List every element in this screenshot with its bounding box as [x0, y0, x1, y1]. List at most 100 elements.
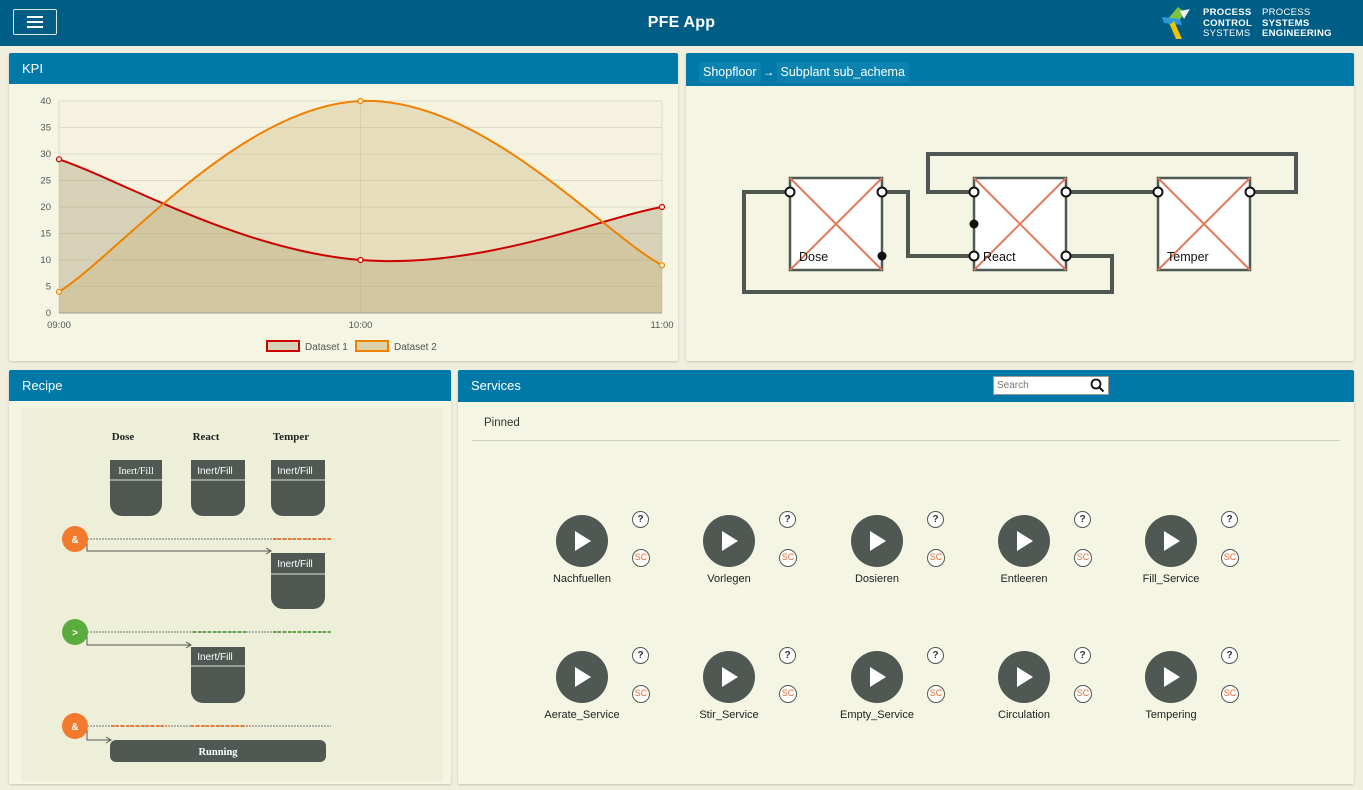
- service-start-button[interactable]: ? SC: [998, 647, 1092, 703]
- service-start-button[interactable]: ? SC: [556, 511, 650, 567]
- service-label: Empty_Service: [840, 709, 914, 721]
- recipe-step-temper-2[interactable]: Inert/Fill: [271, 553, 325, 609]
- sc-badge: SC: [927, 685, 945, 703]
- unit-temper-label: Temper: [1167, 250, 1209, 264]
- y-tick-label: 20: [40, 202, 51, 213]
- service-tile[interactable]: ? SC Fill_Service: [1107, 511, 1239, 587]
- service-search-input[interactable]: [994, 377, 1087, 394]
- recipe-step-react-2[interactable]: Inert/Fill: [191, 647, 245, 703]
- breadcrumb: Shopfloor → Subplant sub_achema: [699, 62, 909, 82]
- unit-temper[interactable]: Temper: [1156, 176, 1252, 272]
- play-icon: [1017, 531, 1033, 551]
- service-label: Aerate_Service: [544, 709, 620, 721]
- service-tile[interactable]: ? SC Nachfuellen: [518, 511, 650, 587]
- kpi-panel-header: KPI: [9, 53, 678, 84]
- service-tile[interactable]: ? SC Tempering: [1107, 647, 1239, 723]
- help-icon[interactable]: ?: [779, 647, 796, 664]
- data-point: [357, 97, 364, 105]
- service-label: Fill_Service: [1142, 573, 1200, 585]
- service-tile[interactable]: ? SC Dosieren: [813, 511, 945, 587]
- recipe-panel-title: Recipe: [22, 378, 63, 393]
- recipe-step-label: Inert/Fill: [118, 466, 154, 477]
- x-tick-label: 11:00: [650, 320, 673, 331]
- service-label: Tempering: [1145, 709, 1197, 721]
- service-tile[interactable]: ? SC Entleeren: [960, 511, 1092, 587]
- pinned-section-label: Pinned: [484, 417, 520, 429]
- service-start-button[interactable]: ? SC: [1145, 511, 1239, 567]
- help-icon[interactable]: ?: [927, 647, 944, 664]
- play-icon: [1017, 667, 1033, 687]
- help-icon[interactable]: ?: [927, 511, 944, 528]
- data-point: [357, 256, 364, 264]
- service-start-button[interactable]: ? SC: [998, 511, 1092, 567]
- unit-react[interactable]: React: [972, 176, 1068, 272]
- unit-dose-label: Dose: [799, 250, 828, 264]
- y-tick-label: 15: [40, 229, 51, 240]
- kpi-line-chart: 0 5 10 15 20 25 30 35 40 09:00 10:00 11:00 Dataset 1…: [40, 96, 673, 353]
- service-label: Stir_Service: [699, 709, 759, 721]
- legend-swatch: [355, 340, 389, 352]
- recipe-graph: Dose React Temper Inert/Fill Inert/Fill …: [62, 431, 331, 762]
- plant-panel: Shopfloor → Subplant sub_achema Dose Rea…: [686, 53, 1354, 361]
- y-tick-label: 25: [40, 176, 51, 187]
- y-tick-label: 30: [40, 149, 51, 160]
- recipe-step-dose-1[interactable]: Inert/Fill: [110, 460, 162, 516]
- help-icon[interactable]: ?: [1074, 511, 1091, 528]
- service-start-button[interactable]: ? SC: [703, 511, 797, 567]
- service-start-button[interactable]: ? SC: [703, 647, 797, 703]
- y-tick-label: 40: [40, 96, 51, 107]
- help-icon[interactable]: ?: [779, 511, 796, 528]
- play-icon: [870, 667, 886, 687]
- services-panel-header: Services: [458, 370, 1354, 402]
- x-tick-label: 10:00: [349, 320, 373, 331]
- top-bar: PFE App PROCESS CONTROL SYSTEMS PROCESS …: [0, 0, 1363, 46]
- recipe-panel-header: Recipe: [9, 370, 451, 401]
- services-panel-title: Services: [471, 378, 521, 393]
- help-icon[interactable]: ?: [632, 511, 649, 528]
- sc-badge: SC: [632, 549, 650, 567]
- recipe-gate-sequence[interactable]: >: [62, 619, 88, 645]
- help-icon[interactable]: ?: [1221, 511, 1238, 528]
- service-start-button[interactable]: ? SC: [851, 647, 945, 703]
- help-icon[interactable]: ?: [1074, 647, 1091, 664]
- service-tile[interactable]: ? SC Circulation: [960, 647, 1092, 723]
- recipe-step-label: Inert/Fill: [277, 466, 313, 477]
- recipe-step-label: Inert/Fill: [197, 466, 233, 477]
- service-tile[interactable]: ? SC Empty_Service: [813, 647, 945, 723]
- svg-text:Running: Running: [198, 747, 238, 758]
- service-label: Vorlegen: [707, 573, 751, 585]
- recipe-step-react-1[interactable]: Inert/Fill: [191, 460, 245, 516]
- recipe-gate-and-2[interactable]: &: [62, 713, 88, 739]
- unit-react-label: React: [983, 250, 1016, 264]
- play-icon: [870, 531, 886, 551]
- breadcrumb-shopfloor[interactable]: Shopfloor: [699, 62, 761, 82]
- svg-text:&: &: [71, 535, 78, 546]
- unit-dose[interactable]: Dose: [788, 176, 884, 272]
- play-icon: [575, 531, 591, 551]
- service-tile[interactable]: ? SC Aerate_Service: [518, 647, 650, 723]
- recipe-step-temper-1[interactable]: Inert/Fill: [271, 460, 325, 516]
- service-start-button[interactable]: ? SC: [556, 647, 650, 703]
- service-start-button[interactable]: ? SC: [851, 511, 945, 567]
- sc-badge: SC: [1074, 685, 1092, 703]
- kpi-panel-title: KPI: [22, 61, 43, 76]
- legend-label: Dataset 1: [305, 342, 348, 353]
- service-tile[interactable]: ? SC Stir_Service: [665, 647, 797, 723]
- search-icon[interactable]: [1090, 378, 1105, 393]
- service-tile[interactable]: ? SC Vorlegen: [665, 511, 797, 587]
- recipe-gate-and-1[interactable]: &: [62, 526, 88, 552]
- data-point: [658, 203, 666, 211]
- logo-text-control: CONTROL: [1203, 17, 1253, 29]
- legend-swatch: [266, 340, 300, 352]
- service-label: Circulation: [998, 709, 1050, 721]
- breadcrumb-subplant[interactable]: Subplant sub_achema: [776, 62, 909, 82]
- help-icon[interactable]: ?: [1221, 647, 1238, 664]
- service-search: [993, 376, 1109, 395]
- recipe-step-label: Inert/Fill: [277, 559, 313, 570]
- sc-badge: SC: [1221, 549, 1239, 567]
- help-icon[interactable]: ?: [632, 647, 649, 664]
- play-icon: [575, 667, 591, 687]
- y-tick-label: 35: [40, 123, 51, 134]
- service-start-button[interactable]: ? SC: [1145, 647, 1239, 703]
- recipe-column-dose: Dose: [112, 431, 135, 443]
